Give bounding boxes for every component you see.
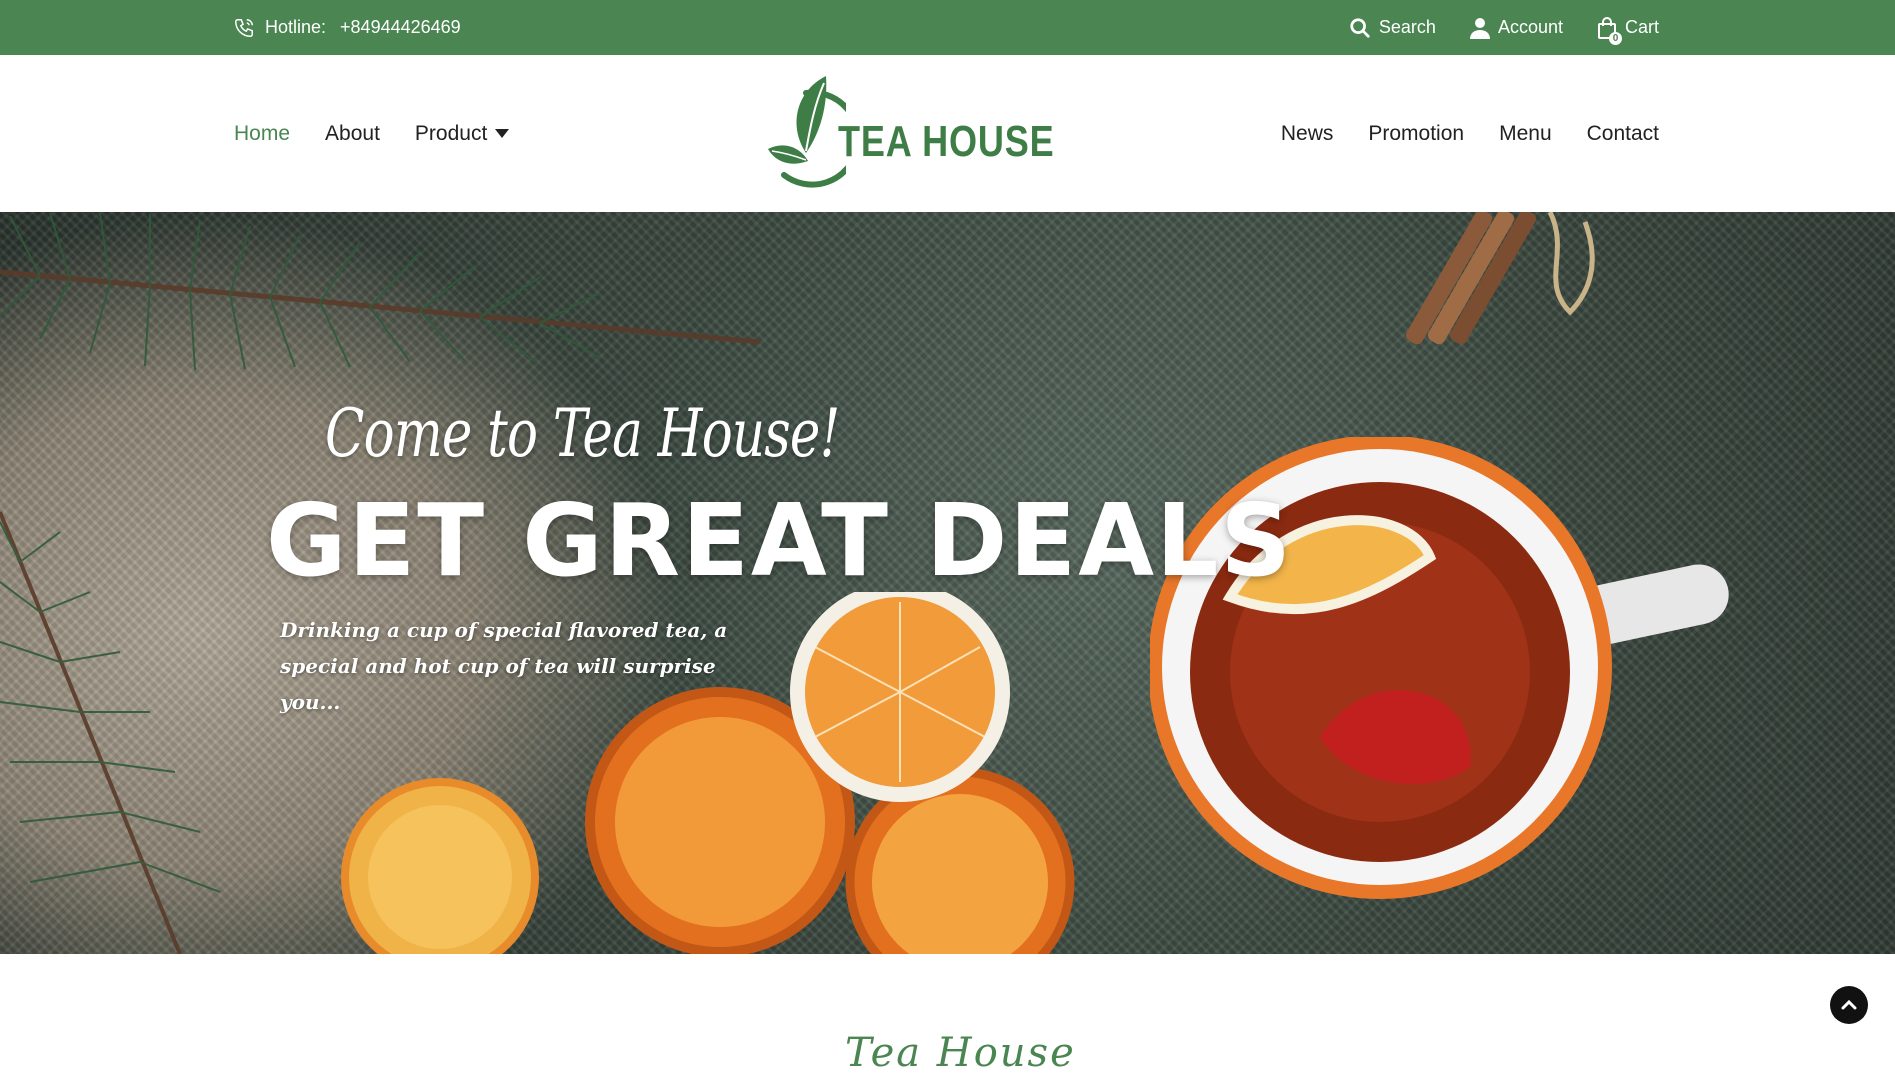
cinnamon-sticks-image xyxy=(1405,212,1595,345)
nav-item-product-label: Product xyxy=(414,121,488,145)
search-label: Search xyxy=(1378,17,1436,37)
search-icon xyxy=(1349,17,1371,39)
cart-count-badge: 0 xyxy=(1608,31,1622,45)
nav-item-home[interactable]: Home xyxy=(234,122,290,146)
user-icon xyxy=(1469,17,1490,39)
hero-banner: Come to Tea House! GET GREAT DEALS Drink… xyxy=(0,212,1895,954)
nav-left: Home About Product xyxy=(234,55,510,212)
tea-leaf-logo-icon xyxy=(768,76,846,188)
logo[interactable]: TEA HOUSE xyxy=(766,71,1054,197)
account-button[interactable]: Account xyxy=(1469,17,1563,39)
nav-item-promotion[interactable]: Promotion xyxy=(1368,122,1464,146)
cart-label: Cart xyxy=(1624,17,1659,37)
account-label: Account xyxy=(1497,17,1563,37)
nav-item-product[interactable]: Product xyxy=(414,121,510,146)
chevron-up-icon xyxy=(1841,999,1857,1010)
hotline-number[interactable]: +84944426469 xyxy=(340,17,461,38)
nav-item-news[interactable]: News xyxy=(1281,122,1334,146)
main-header: Home About Product TEA HOUSE News Promot… xyxy=(0,55,1895,212)
section-script-title: Tea House xyxy=(845,1030,1076,1076)
nav-right: News Promotion Menu Contact xyxy=(1281,55,1659,212)
hero-headline: GET GREAT DEALS xyxy=(266,482,1293,599)
nav-item-contact[interactable]: Contact xyxy=(1587,122,1659,146)
hero-description: Drinking a cup of special flavored tea, … xyxy=(280,618,728,714)
hotline-label: Hotline: xyxy=(265,17,327,37)
logo-text: TEA HOUSE xyxy=(838,117,1055,166)
back-to-top-button[interactable] xyxy=(1830,986,1868,1024)
nav-item-menu[interactable]: Menu xyxy=(1499,122,1552,146)
top-tools: Search Account 0 Cart xyxy=(1349,0,1659,55)
nav-item-about[interactable]: About xyxy=(325,122,380,146)
caret-down-icon xyxy=(495,129,510,138)
search-button[interactable]: Search xyxy=(1349,17,1436,39)
hero-script-heading: Come to Tea House! xyxy=(325,395,840,472)
top-bar: Hotline: +84944426469 Search Account 0 C… xyxy=(0,0,1895,55)
hotline[interactable]: Hotline: +84944426469 xyxy=(233,0,461,55)
phone-icon xyxy=(233,17,255,39)
cart-button[interactable]: 0 Cart xyxy=(1597,16,1659,45)
